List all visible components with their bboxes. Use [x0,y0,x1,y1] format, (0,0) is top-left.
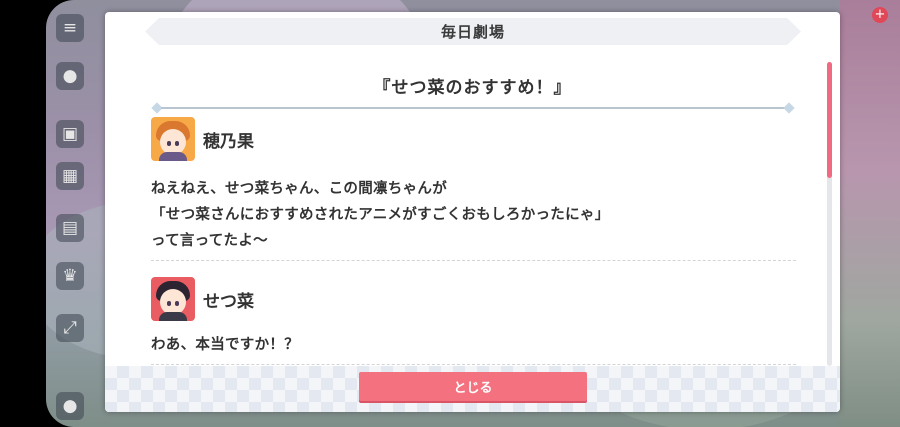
gift-icon[interactable]: ▦ [56,162,84,190]
dialogue-line: って言ってたよ〜 [151,233,268,249]
dialogue-line: 「せつ菜さんにおすすめされたアニメがすごくおもしろかったにゃ」 [151,207,610,223]
daily-theater-dialog: 毎日劇場 『せつ菜のおすすめ！』 穂乃果 ねえねえ、せつ菜ちゃん、この間凛ちゃん… [105,12,840,412]
dialogue-entry: せつ菜 わあ、本当ですか！？ [151,276,796,365]
scrollbar-thumb[interactable] [827,62,832,178]
story-title: 『せつ菜のおすすめ！』 [373,78,572,98]
honoka-avatar [151,117,195,161]
speaker-name: 穂乃果 [203,131,254,152]
chat-icon[interactable]: ● [56,62,84,90]
entry-divider [151,260,796,261]
dialog-header: 毎日劇場 [145,18,801,45]
entry-divider [151,364,796,365]
dialogue-line: わあ、本当ですか！？ [151,337,299,353]
title-divider [151,102,795,114]
setsuna-avatar [151,277,195,321]
present-icon[interactable]: ▣ [56,120,84,148]
divider-gem-right-icon [783,102,795,114]
expand-icon[interactable]: ⤢ [56,314,84,342]
dialog-title: 毎日劇場 [440,23,505,41]
notification-plus-icon[interactable]: + [872,7,888,23]
background-right-panel [840,0,900,427]
speaker-name: せつ菜 [203,291,254,312]
trophy-icon[interactable]: ♛ [56,262,84,290]
speaker-row: せつ菜 [151,276,796,322]
dialogue-line: ねえねえ、せつ菜ちゃん、この間凛ちゃんが [151,181,447,197]
photo-icon[interactable]: ▤ [56,214,84,242]
speaker-row: 穂乃果 [151,116,796,162]
close-button[interactable]: とじる [359,372,587,401]
dialogue-entry: 穂乃果 ねえねえ、せつ菜ちゃん、この間凛ちゃんが 「せつ菜さんにおすすめされたア… [151,116,796,261]
menu-icon[interactable]: ≡ [56,14,84,42]
profile-icon[interactable]: ● [56,392,84,420]
story-scroll-area[interactable]: 『せつ菜のおすすめ！』 穂乃果 ねえねえ、せつ菜ちゃん、この間凛ちゃんが 「せつ… [105,52,840,378]
